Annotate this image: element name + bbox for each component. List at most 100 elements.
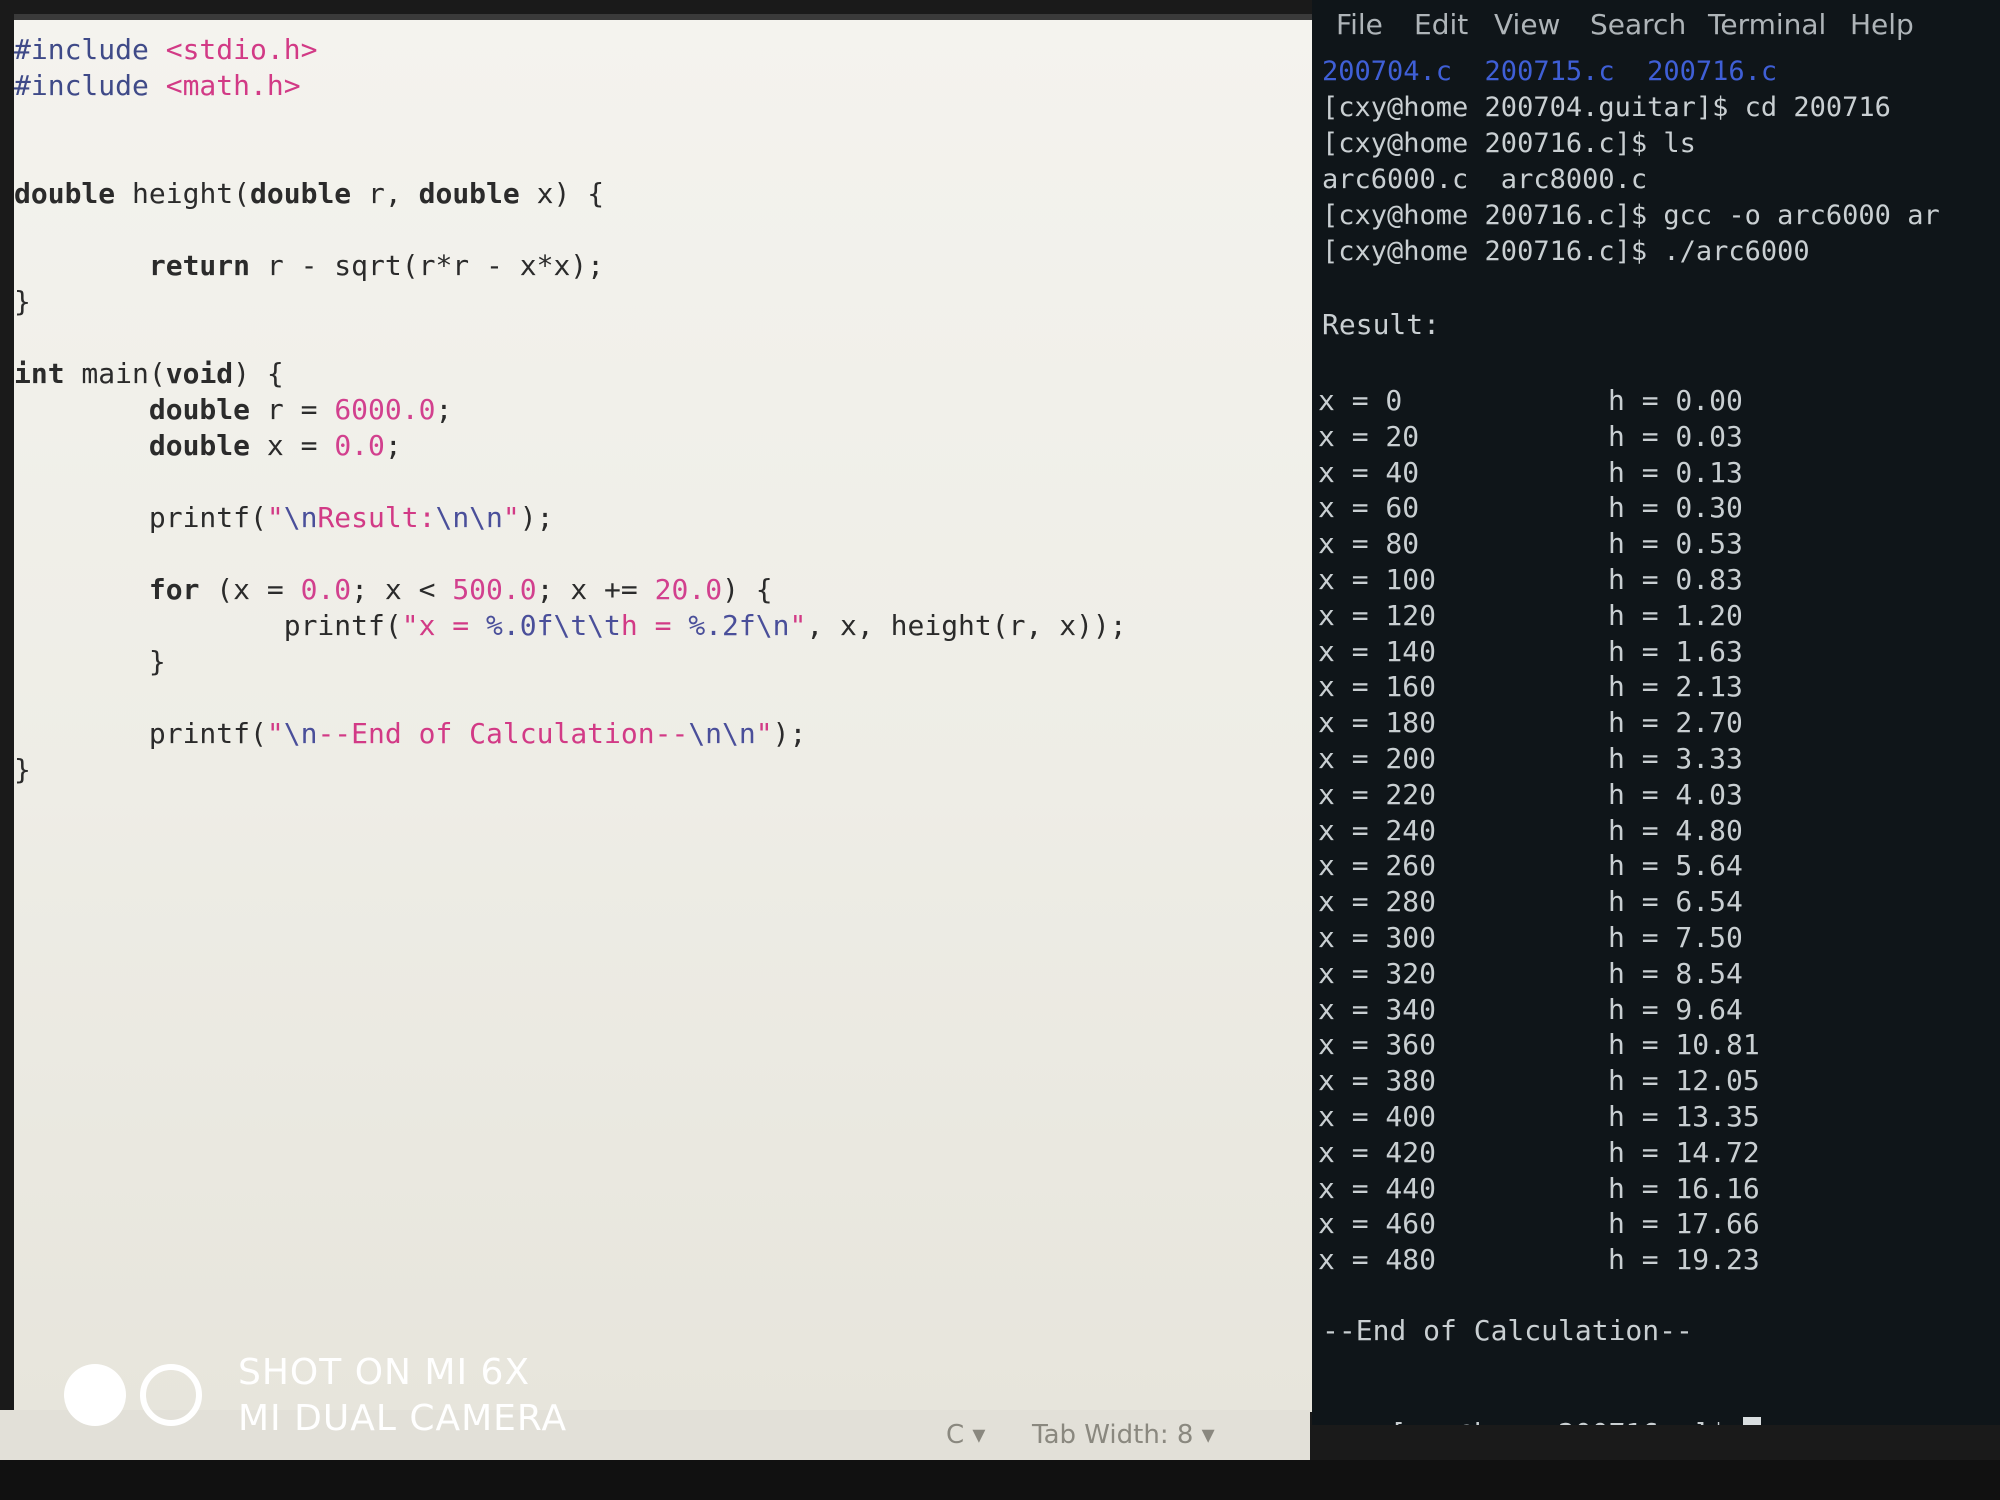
result-row: x = 100 h = 0.83 — [1318, 563, 1978, 599]
result-x: x = 200 — [1318, 741, 1437, 775]
terminal-files-line: 200704.c 200715.c 200716.c — [1322, 56, 1778, 87]
result-x: x = 80 — [1318, 527, 1420, 561]
tab-width-selector[interactable]: Tab Width: 8 ▾ — [1032, 1420, 1215, 1450]
result-x: x = 400 — [1318, 1099, 1437, 1133]
result-row: x = 240 h = 4.80 — [1318, 814, 1978, 850]
code-token: double — [148, 429, 251, 462]
result-row: x = 20 h = 0.03 — [1318, 420, 1978, 456]
result-x: x = 180 — [1318, 706, 1437, 740]
result-h: h = 10.81 — [1608, 1028, 1760, 1062]
result-h: h = 17.66 — [1608, 1207, 1760, 1241]
code-token: #include — [14, 69, 166, 102]
menu-edit[interactable]: Edit — [1414, 8, 1468, 41]
language-selector[interactable]: C ▾ — [946, 1420, 985, 1450]
code-token: } — [14, 753, 31, 786]
watermark-line-1: SHOT ON MI 6X — [238, 1352, 531, 1393]
result-h: h = 1.20 — [1608, 598, 1743, 632]
result-h: h = 12.05 — [1608, 1064, 1760, 1098]
result-row: x = 260 h = 5.64 — [1318, 849, 1978, 885]
watermark-line-2: MI DUAL CAMERA — [238, 1398, 568, 1439]
result-row: x = 40 h = 0.13 — [1318, 456, 1978, 492]
code-line: } — [14, 644, 1304, 680]
menu-view[interactable]: View — [1494, 8, 1560, 41]
terminal-line: [cxy@home 200716.c]$ gcc -o arc6000 ar — [1322, 200, 1940, 231]
code-line: } — [14, 752, 1304, 788]
code-token: for — [148, 573, 200, 606]
result-h: h = 1.63 — [1608, 634, 1743, 668]
terminal-window[interactable]: File Edit View Search Terminal Help 2007… — [1312, 0, 2000, 1425]
result-row: x = 300 h = 7.50 — [1318, 921, 1978, 957]
code-token: \n\n — [688, 717, 756, 750]
code-line: double x = 0.0; — [14, 428, 1304, 464]
code-token: \n\n — [435, 501, 503, 534]
result-x: x = 340 — [1318, 992, 1437, 1026]
code-token: } — [14, 285, 31, 318]
result-row: x = 0 h = 0.00 — [1318, 384, 1978, 420]
result-x: x = 160 — [1318, 670, 1437, 704]
result-x: x = 460 — [1318, 1207, 1437, 1241]
code-token: (x = — [199, 573, 301, 606]
end-of-calculation: --End of Calculation-- — [1322, 1314, 1693, 1347]
result-x: x = 480 — [1318, 1243, 1437, 1277]
code-token: 500.0 — [452, 573, 537, 606]
result-row: x = 400 h = 13.35 — [1318, 1100, 1978, 1136]
result-x: x = 0 — [1318, 384, 1403, 417]
menu-file[interactable]: File — [1336, 8, 1383, 41]
code-token: " — [789, 609, 807, 642]
code-token: ; — [435, 393, 453, 426]
result-x: x = 40 — [1318, 455, 1420, 489]
code-line: printf("\nResult:\n\n"); — [14, 500, 1304, 536]
result-h: h = 4.03 — [1608, 777, 1743, 811]
code-editor[interactable]: #include <stdio.h> #include <math.h> doubl… — [14, 14, 1312, 1412]
code-token: 6000.0 — [334, 393, 436, 426]
code-token: ); — [519, 501, 554, 534]
result-x: x = 100 — [1318, 562, 1437, 596]
code-token: x) { — [519, 177, 605, 210]
result-h: h = 5.64 — [1608, 849, 1743, 883]
code-token: <math.h> — [165, 69, 301, 102]
result-row: x = 360 h = 10.81 — [1318, 1028, 1978, 1064]
result-x: x = 220 — [1318, 777, 1437, 811]
code-line: printf("\n--End of Calculation--\n\n"); — [14, 716, 1304, 752]
prompt-text: [cxy@home 200716.c]$ — [1389, 1417, 1743, 1425]
code-line: printf("x = %.0f\t\th = %.2f\n", x, heig… — [14, 608, 1304, 644]
result-table: x = 0 h = 0.00 x = 20 h = 0.03 x = 40 h = 0.1… — [1318, 384, 1978, 1279]
code-token: , x, height(r, x)); — [806, 609, 1127, 642]
menu-search[interactable]: Search — [1590, 8, 1686, 41]
result-row: x = 180 h = 2.70 — [1318, 706, 1978, 742]
code-token: ) { — [722, 573, 773, 606]
result-h: h = 6.54 — [1608, 885, 1743, 919]
result-h: h = 13.35 — [1608, 1099, 1760, 1133]
code-token: \n — [283, 501, 318, 534]
result-x: x = 280 — [1318, 885, 1437, 919]
code-token: 0.0 — [300, 573, 352, 606]
code-line: } — [14, 284, 1304, 320]
result-row: x = 460 h = 17.66 — [1318, 1207, 1978, 1243]
result-h: h = 2.13 — [1608, 670, 1743, 704]
code-token: double — [148, 393, 251, 426]
code-token: <stdio.h> — [165, 33, 318, 66]
result-x: x = 20 — [1318, 419, 1420, 453]
terminal-line: [cxy@home 200716.c]$ ls — [1322, 128, 1696, 159]
terminal-prompt[interactable]: [cxy@home 200716.c]$ — [1322, 1384, 1762, 1425]
result-h: h = 0.00 — [1608, 384, 1743, 417]
result-h: h = 9.64 — [1608, 992, 1743, 1026]
monitor-bezel — [0, 1460, 2000, 1500]
code-area[interactable]: #include <stdio.h> #include <math.h> doubl… — [14, 32, 1304, 788]
code-token: "x = — [401, 609, 487, 642]
result-row: x = 440 h = 16.16 — [1318, 1172, 1978, 1208]
result-h: h = 3.33 — [1608, 741, 1743, 775]
code-token: 0.0 — [334, 429, 385, 462]
result-h: h = 14.72 — [1608, 1135, 1760, 1169]
menu-terminal[interactable]: Terminal — [1708, 8, 1826, 41]
result-x: x = 120 — [1318, 598, 1437, 632]
menu-help[interactable]: Help — [1850, 8, 1914, 41]
code-token: ; x += — [536, 573, 655, 606]
code-token: r - sqrt(r*r - x*x); — [250, 249, 605, 282]
